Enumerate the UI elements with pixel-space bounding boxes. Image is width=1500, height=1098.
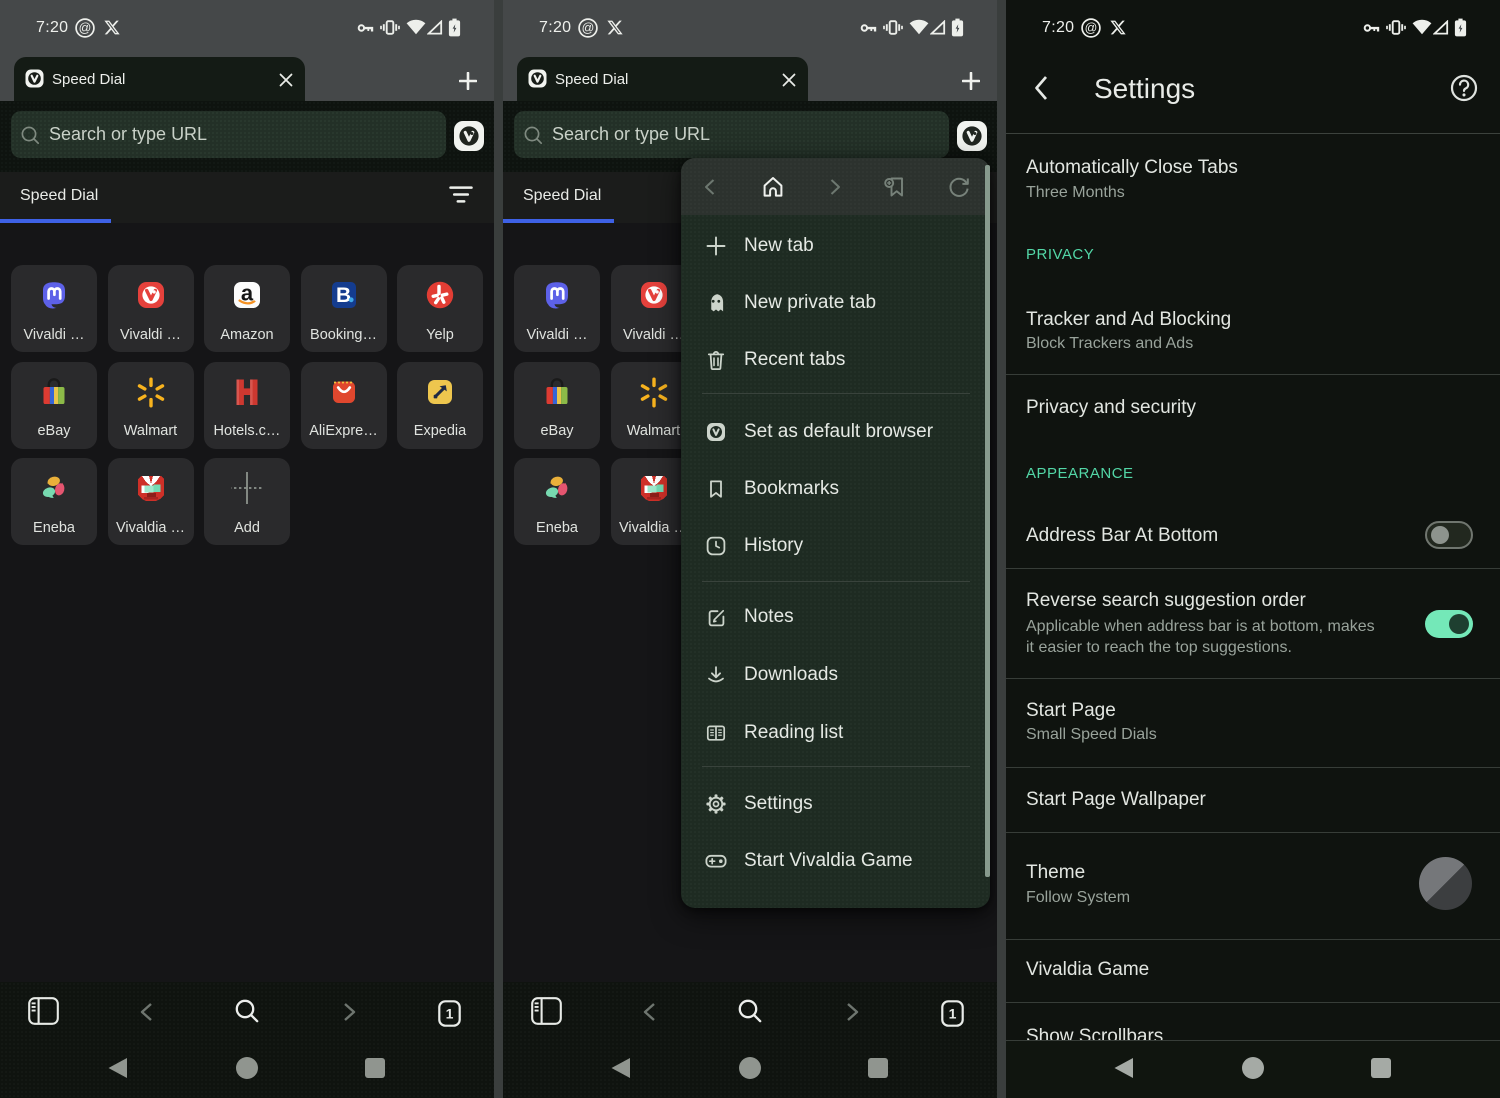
svg-text:1: 1	[446, 1006, 454, 1022]
svg-text:@: @	[582, 21, 595, 35]
svg-text:@: @	[79, 21, 92, 35]
svg-text:1: 1	[949, 1006, 957, 1022]
svg-text:B: B	[336, 284, 351, 307]
svg-text:@: @	[1085, 21, 1098, 35]
